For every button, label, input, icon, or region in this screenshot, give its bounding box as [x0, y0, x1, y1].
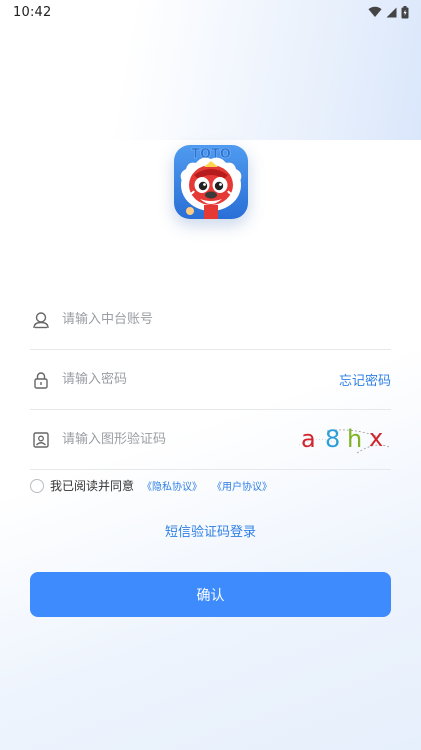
captcha-char: 8 — [325, 424, 341, 453]
confirm-button[interactable]: 确认 — [30, 572, 391, 617]
privacy-agreement-link[interactable]: 《隐私协议》 — [142, 478, 202, 493]
sms-login-label: 短信验证码登录 — [164, 525, 256, 540]
confirm-button-label: 确认 — [196, 586, 225, 603]
captcha-image-icon — [32, 431, 50, 449]
forgot-password-link[interactable]: 忘记密码 — [339, 370, 391, 389]
status-time: 10:42 — [13, 4, 52, 20]
agreement-text: 我已阅读并同意 — [50, 479, 135, 493]
agreement-checkbox[interactable] — [30, 478, 44, 493]
captcha-image[interactable]: a 8 h x — [297, 423, 391, 457]
account-field — [30, 290, 391, 350]
password-input[interactable] — [62, 372, 339, 387]
captcha-char: h — [347, 424, 363, 453]
user-agreement-link[interactable]: 《用户协议》 — [212, 478, 272, 493]
agreement-row: 我已阅读并同意 《隐私协议》 《用户协议》 — [30, 477, 282, 494]
captcha-char: a — [301, 424, 316, 453]
login-screen: 10:42 TOTO 请输入中台账号 忘记密码 请输入图形验证码 a 8 h x… — [0, 0, 421, 750]
captcha-input[interactable] — [62, 432, 297, 447]
status-icons — [368, 5, 409, 19]
sms-login-link[interactable]: 短信验证码登录 — [0, 521, 421, 540]
wifi-icon — [368, 6, 382, 18]
battery-icon — [401, 5, 409, 18]
status-bar: 10:42 — [0, 0, 421, 24]
password-field: 忘记密码 — [30, 350, 391, 410]
signal-icon — [386, 7, 397, 17]
lion-mascot-icon: TOTO — [174, 145, 248, 219]
app-logo: TOTO — [174, 145, 248, 219]
captcha-field: a 8 h x — [30, 410, 391, 470]
captcha-char: x — [369, 423, 384, 452]
user-icon — [32, 311, 50, 329]
account-input[interactable] — [62, 312, 391, 327]
lock-icon — [32, 371, 50, 389]
